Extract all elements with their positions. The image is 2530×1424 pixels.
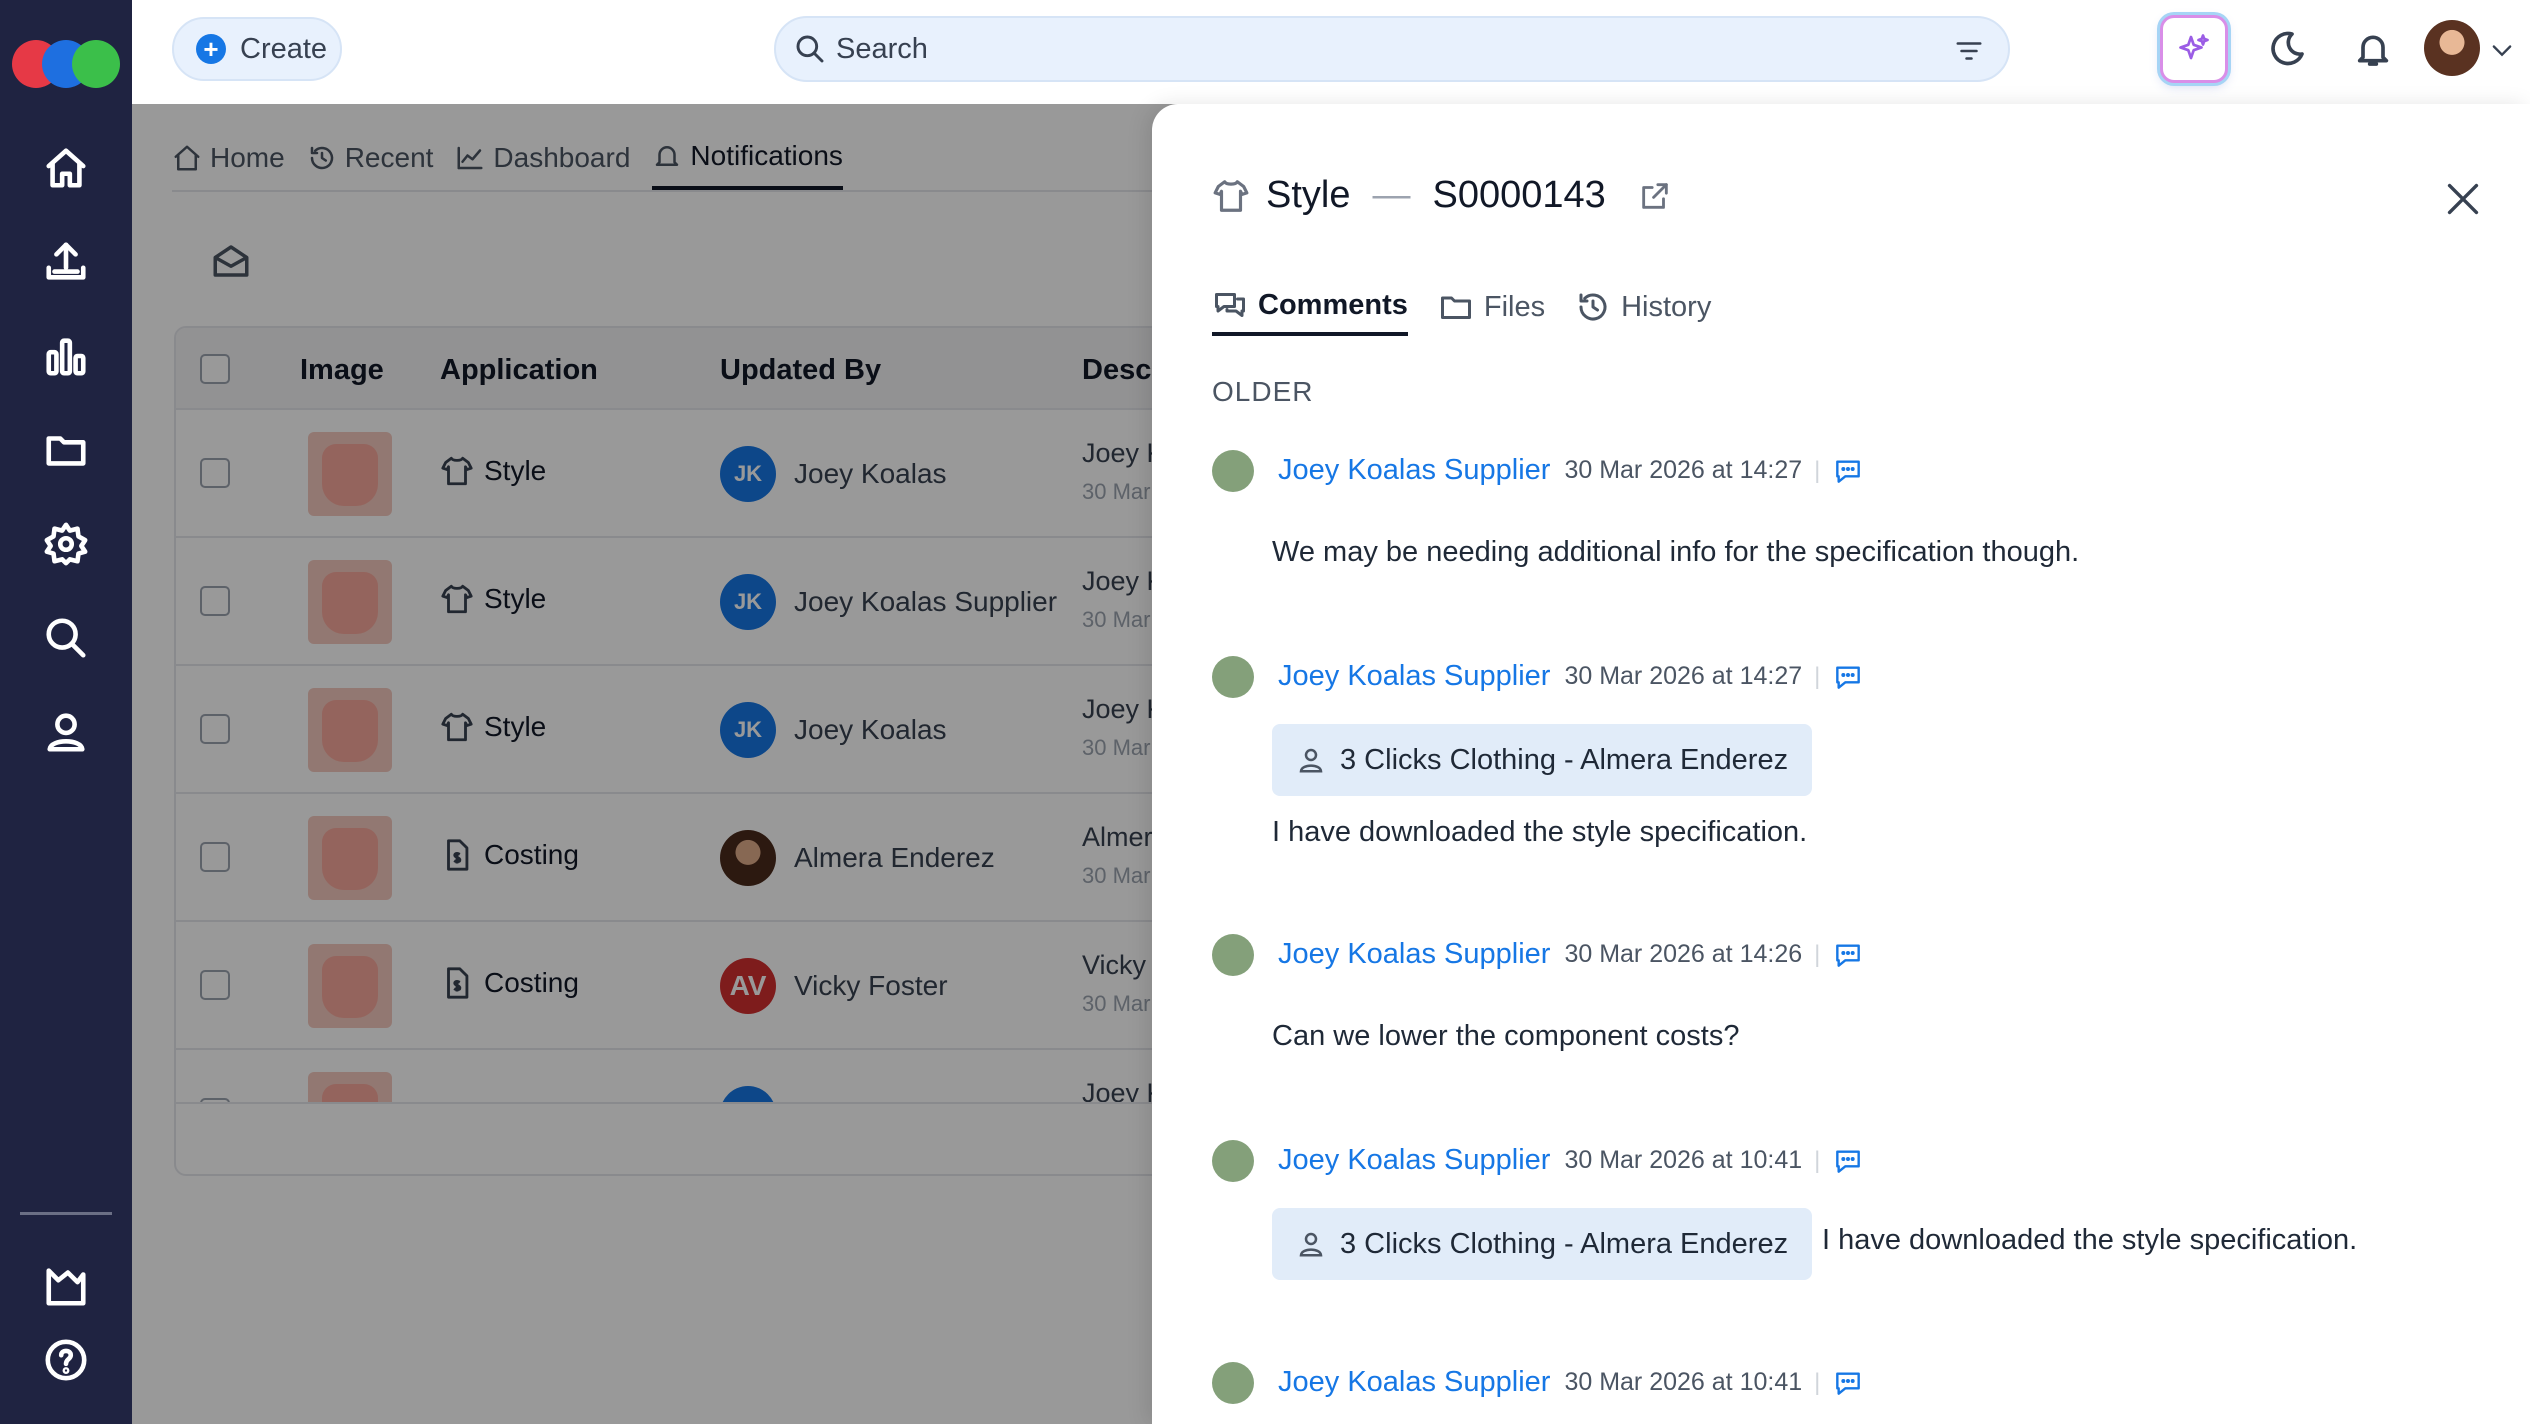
comment-author[interactable]: Joey Koalas Supplier xyxy=(1278,660,1550,693)
panel-header: Style — S0000143 xyxy=(1212,174,1672,217)
chevron-down-icon[interactable] xyxy=(2488,36,2516,64)
mention-label: 3 Clicks Clothing - Almera Enderez xyxy=(1340,1227,1789,1260)
reply-icon[interactable] xyxy=(1832,1145,1864,1177)
create-label: Create xyxy=(240,32,328,65)
filter-icon[interactable] xyxy=(1954,36,1984,66)
mention-label: 3 Clicks Clothing - Almera Enderez xyxy=(1340,743,1789,776)
comment-date: 30 Mar 2026 at 10:41 xyxy=(1564,1368,1803,1396)
tab-history[interactable]: History xyxy=(1575,278,1711,336)
tab-label: History xyxy=(1621,290,1712,323)
commenter-avatar xyxy=(1212,1140,1254,1182)
sidebar-divider xyxy=(20,1212,112,1215)
bell-icon[interactable] xyxy=(2348,24,2398,74)
comment-date: 30 Mar 2026 at 10:41 xyxy=(1564,1146,1803,1174)
mention-tag[interactable]: 3 Clicks Clothing - Almera Enderez xyxy=(1272,724,1813,796)
app-logo[interactable] xyxy=(12,40,120,90)
reply-icon[interactable] xyxy=(1832,939,1864,971)
comment-author[interactable]: Joey Koalas Supplier xyxy=(1278,1366,1550,1399)
upload-icon[interactable] xyxy=(36,232,96,292)
mention-tag[interactable]: 3 Clicks Clothing - Almera Enderez xyxy=(1272,1208,1813,1280)
meta-separator: | xyxy=(1814,456,1821,484)
user-icon[interactable] xyxy=(36,702,96,762)
ai-assistant-button[interactable] xyxy=(2160,15,2228,83)
help-icon[interactable] xyxy=(36,1330,96,1390)
tab-files[interactable]: Files xyxy=(1438,278,1545,336)
create-button[interactable]: + Create xyxy=(172,17,342,81)
user-avatar[interactable] xyxy=(2424,20,2480,76)
meta-separator: | xyxy=(1814,1146,1821,1174)
commenter-avatar xyxy=(1212,1362,1254,1404)
tab-label: Files xyxy=(1483,290,1546,323)
comment-date: 30 Mar 2026 at 14:26 xyxy=(1564,940,1803,968)
search-icon[interactable] xyxy=(36,608,96,668)
commenter-avatar xyxy=(1212,656,1254,698)
folder-icon[interactable] xyxy=(36,420,96,480)
title-separator: — xyxy=(1372,174,1411,216)
plus-icon: + xyxy=(196,34,226,64)
meta-separator: | xyxy=(1814,662,1821,690)
comment-author[interactable]: Joey Koalas Supplier xyxy=(1278,454,1550,487)
tshirt-icon xyxy=(1213,179,1249,212)
panel-entity: Style xyxy=(1266,174,1351,216)
comment-text: Can we lower the component costs? xyxy=(1272,1020,1740,1052)
meta-separator: | xyxy=(1814,940,1821,968)
panel-tabs: Comments Files History xyxy=(1212,278,1711,336)
user-icon xyxy=(1299,748,1323,773)
tab-comments[interactable]: Comments xyxy=(1212,278,1408,336)
section-label: OLDER xyxy=(1212,376,1314,407)
comments-icon xyxy=(1215,293,1245,317)
search-icon xyxy=(796,35,824,63)
reply-icon[interactable] xyxy=(1832,455,1864,487)
detail-panel: Style — S0000143 Comments Files History … xyxy=(1152,104,2530,1424)
commenter-avatar xyxy=(1212,934,1254,976)
comment-date: 30 Mar 2026 at 14:27 xyxy=(1564,456,1803,484)
sparkle-icon xyxy=(2179,34,2209,60)
factory-icon[interactable] xyxy=(36,1256,96,1316)
commenter-avatar xyxy=(1212,450,1254,492)
chart-icon[interactable] xyxy=(36,326,96,386)
tab-label: Comments xyxy=(1258,288,1408,321)
gear-icon[interactable] xyxy=(36,514,96,574)
topbar: + Create xyxy=(132,0,2530,104)
reply-icon[interactable] xyxy=(1832,661,1864,693)
home-icon[interactable] xyxy=(36,138,96,198)
external-link-icon[interactable] xyxy=(1638,179,1672,213)
moon-icon[interactable] xyxy=(2262,24,2312,74)
close-icon[interactable] xyxy=(2440,176,2486,222)
reply-icon[interactable] xyxy=(1832,1367,1864,1399)
sidebar xyxy=(0,0,132,1424)
folder-icon xyxy=(1440,296,1471,319)
search-bar xyxy=(774,16,2010,82)
comment-author[interactable]: Joey Koalas Supplier xyxy=(1278,1144,1550,1177)
search-input[interactable] xyxy=(836,32,1836,66)
history-icon xyxy=(1579,293,1607,321)
comment-text: We may be needing additional info for th… xyxy=(1272,536,2080,568)
meta-separator: | xyxy=(1814,1368,1821,1396)
comment-text: I have downloaded the style specificatio… xyxy=(1822,1224,2358,1256)
panel-code: S0000143 xyxy=(1432,174,1606,216)
comment-author[interactable]: Joey Koalas Supplier xyxy=(1278,938,1550,971)
user-icon xyxy=(1299,1232,1323,1257)
comment-date: 30 Mar 2026 at 14:27 xyxy=(1564,662,1803,690)
comment-text: I have downloaded the style specificatio… xyxy=(1272,816,1808,848)
